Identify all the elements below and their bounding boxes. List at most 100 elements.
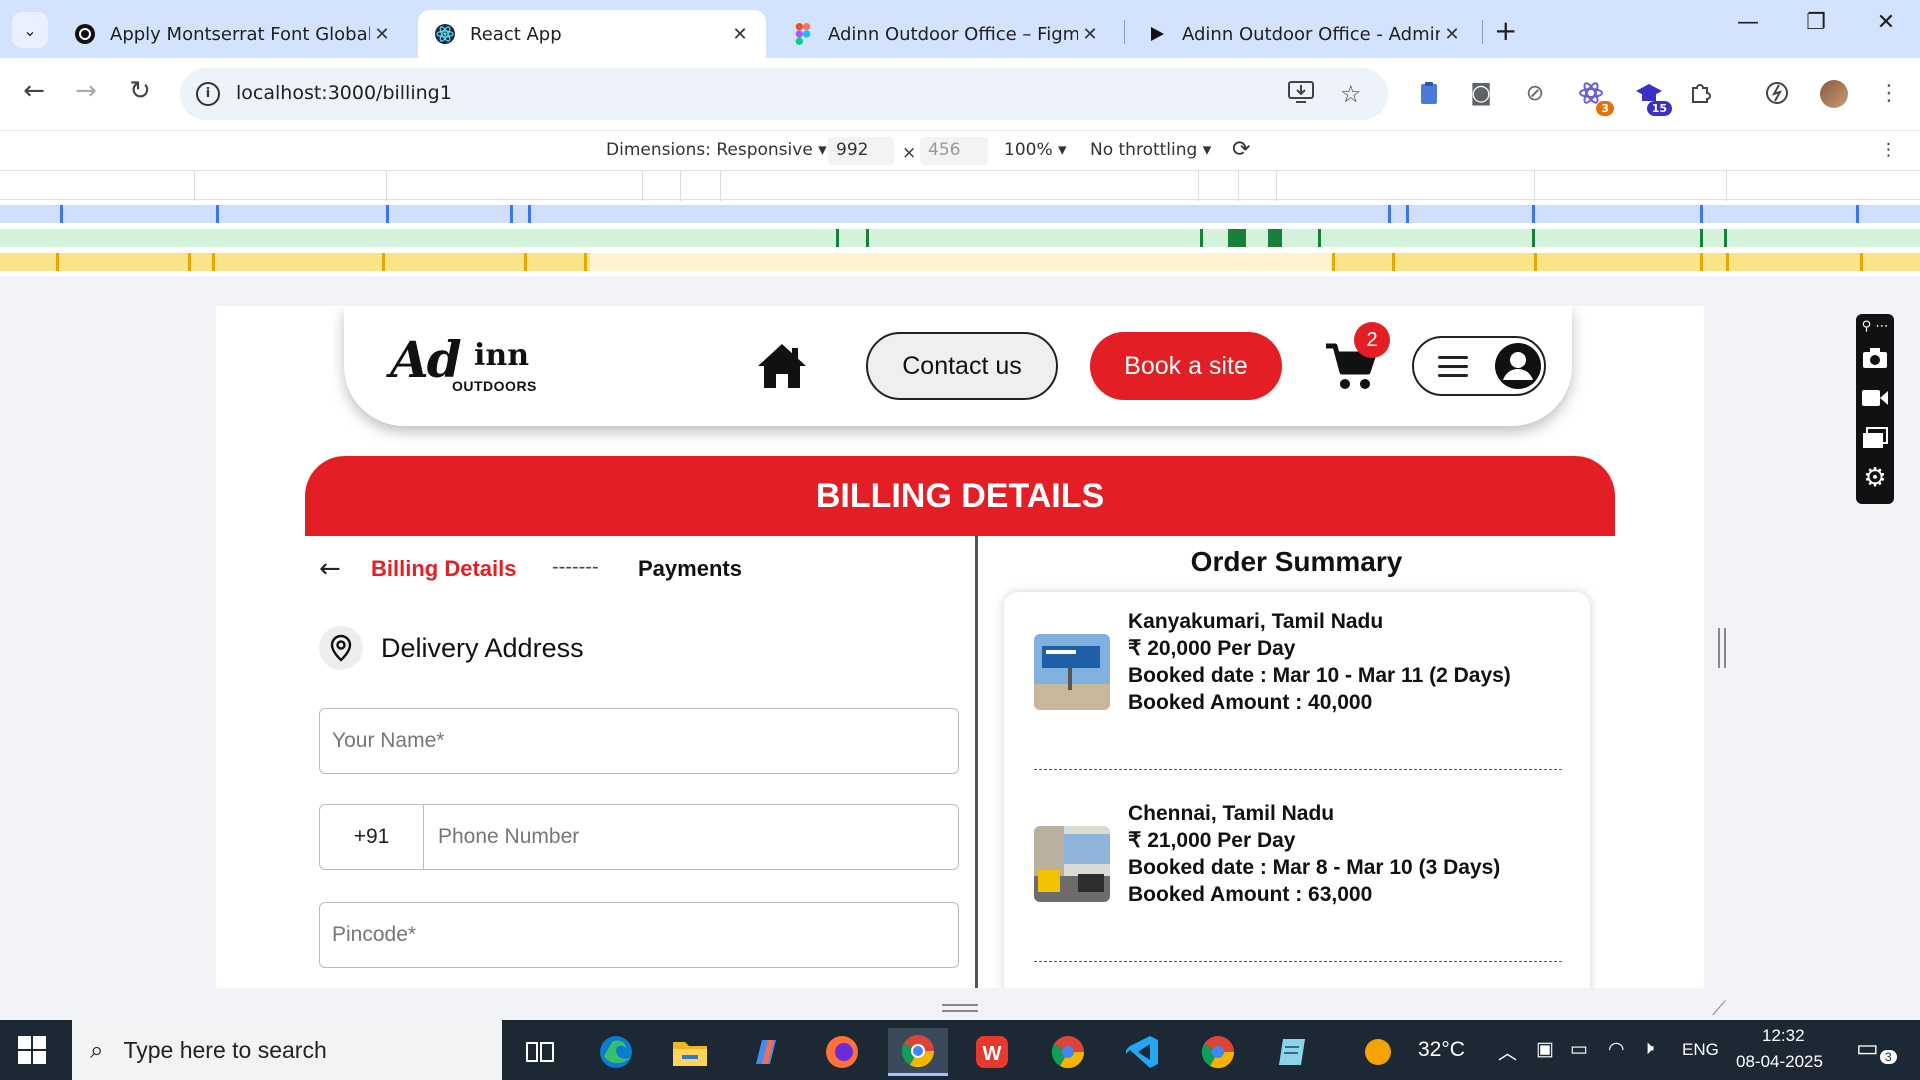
wifi-icon[interactable]: ◠ — [1608, 1038, 1625, 1061]
profile-avatar[interactable] — [1820, 80, 1848, 108]
restore-button[interactable]: ❐ — [1786, 10, 1846, 35]
close-icon[interactable]: ✕ — [1440, 24, 1464, 45]
media-query-bar-max[interactable] — [0, 205, 1920, 223]
close-window-button[interactable]: ✕ — [1856, 10, 1916, 35]
mq-marker[interactable] — [584, 253, 587, 271]
mq-marker[interactable] — [510, 205, 513, 223]
mq-marker[interactable] — [866, 229, 869, 247]
mq-marker[interactable] — [1534, 253, 1537, 271]
site-thumbnail[interactable] — [1034, 826, 1110, 902]
file-explorer-icon[interactable] — [660, 1028, 720, 1076]
task-view-icon[interactable] — [510, 1028, 570, 1076]
clock-time[interactable]: 12:32 — [1762, 1026, 1805, 1046]
rotate-icon[interactable]: ⟳ — [1232, 137, 1250, 162]
mq-marker[interactable] — [60, 205, 63, 223]
mq-marker[interactable] — [1726, 253, 1729, 271]
mq-marker[interactable] — [1700, 253, 1703, 271]
more-menu-icon[interactable]: ⋮ — [1874, 78, 1904, 108]
clock-date[interactable]: 08-04-2025 — [1736, 1052, 1823, 1072]
volume-muted-icon[interactable]: 🕨 — [1642, 1038, 1654, 1060]
mq-marker[interactable] — [524, 253, 527, 271]
battery-icon[interactable]: ▭ — [1570, 1038, 1588, 1061]
close-icon[interactable]: ✕ — [370, 24, 394, 45]
mq-marker[interactable] — [1856, 205, 1859, 223]
tab-react-app[interactable]: React App ✕ — [418, 10, 766, 58]
tab-admin[interactable]: Adinn Outdoor Office - Admin p ✕ — [1130, 10, 1478, 58]
back-arrow-icon[interactable]: ← — [16, 76, 52, 106]
new-tab-button[interactable]: + — [1494, 14, 1517, 47]
address-bar[interactable]: i localhost:3000/billing1 ☆ — [180, 68, 1388, 120]
country-code[interactable]: +91 — [320, 805, 424, 869]
more-options-icon[interactable]: ⋮ — [1880, 140, 1897, 160]
mq-marker[interactable] — [1268, 229, 1282, 247]
media-query-bar-min[interactable] — [0, 253, 1920, 271]
contact-us-button[interactable]: Contact us — [866, 332, 1058, 400]
windows-start-icon[interactable] — [18, 1036, 46, 1064]
mq-marker[interactable] — [1332, 253, 1335, 271]
language-indicator[interactable]: ENG — [1682, 1040, 1719, 1060]
name-input[interactable] — [320, 709, 958, 773]
mq-marker[interactable] — [1700, 205, 1703, 223]
extension-react-icon[interactable]: 3 — [1576, 78, 1614, 116]
firefox-icon[interactable] — [812, 1028, 872, 1076]
phone-field[interactable]: +91 — [319, 804, 959, 870]
mq-marker[interactable] — [212, 253, 215, 271]
dimensions-select[interactable]: Dimensions: Responsive ▾ — [606, 140, 827, 160]
mq-marker[interactable] — [386, 205, 389, 223]
mq-marker[interactable] — [1200, 229, 1203, 247]
mq-marker[interactable] — [1860, 253, 1863, 271]
mq-marker[interactable] — [1318, 229, 1321, 247]
pincode-input[interactable] — [320, 903, 958, 967]
extension-graduation-icon[interactable]: 15 — [1634, 78, 1672, 116]
pin-icon[interactable]: ⚲ ⋯ — [1856, 314, 1894, 338]
performance-icon[interactable] — [1762, 78, 1792, 108]
close-icon[interactable]: ✕ — [1078, 24, 1102, 45]
chrome-profile-icon[interactable] — [1038, 1028, 1098, 1076]
home-icon[interactable] — [756, 342, 808, 390]
mq-marker[interactable] — [1388, 205, 1391, 223]
extension-clipboard-icon[interactable] — [1414, 78, 1444, 108]
weather-sun-icon[interactable] — [1358, 1028, 1398, 1076]
taskbar-search[interactable]: ⌕ Type here to search — [72, 1020, 502, 1080]
mq-min-range[interactable] — [0, 253, 590, 271]
step-payments[interactable]: Payments — [638, 556, 742, 582]
video-camera-icon[interactable] — [1856, 378, 1894, 418]
camera-extension-icon[interactable]: ◙ — [1466, 78, 1496, 108]
pincode-field[interactable] — [319, 902, 959, 968]
meet-icon[interactable]: ▣ — [1536, 1038, 1554, 1061]
gear-icon[interactable]: ⚙ — [1856, 458, 1894, 498]
viewport-resize-handle-right[interactable] — [1718, 628, 1726, 668]
mq-marker[interactable] — [1228, 229, 1246, 247]
tab-figma[interactable]: Adinn Outdoor Office – Figma ✕ — [776, 10, 1116, 58]
install-app-icon[interactable] — [1288, 80, 1314, 110]
camera-icon[interactable] — [1856, 338, 1894, 378]
minimize-button[interactable]: — — [1718, 10, 1778, 35]
tab-search-button[interactable]: ⌄ — [12, 12, 48, 48]
book-a-site-button[interactable]: Book a site — [1090, 332, 1282, 400]
adinn-logo[interactable]: Ad inn OUTDOORS — [390, 330, 560, 400]
mq-marker[interactable] — [216, 205, 219, 223]
bookmark-star-icon[interactable]: ☆ — [1340, 80, 1362, 108]
extensions-puzzle-icon[interactable] — [1686, 78, 1716, 108]
zoom-select[interactable]: 100% ▾ — [1004, 140, 1067, 160]
mq-marker[interactable] — [1700, 229, 1703, 247]
mq-marker[interactable] — [1406, 205, 1409, 223]
mq-marker[interactable] — [1724, 229, 1727, 247]
mq-marker[interactable] — [1392, 253, 1395, 271]
window-icon[interactable] — [1856, 418, 1894, 458]
width-input[interactable]: 992 — [828, 137, 894, 165]
media-query-bar-range[interactable] — [0, 229, 1920, 247]
edge-icon[interactable] — [586, 1028, 646, 1076]
back-arrow-icon[interactable]: ← — [319, 554, 341, 584]
step-billing-details[interactable]: Billing Details — [371, 556, 516, 582]
notifications-icon[interactable]: ▭ — [1856, 1034, 1879, 1063]
phone-input[interactable] — [424, 805, 958, 869]
chrome-profile-icon-2[interactable] — [1188, 1028, 1248, 1076]
compass-extension-icon[interactable]: ⊘ — [1520, 78, 1550, 108]
height-input[interactable]: 456 — [920, 137, 988, 165]
account-menu-button[interactable] — [1412, 336, 1546, 396]
tab-montserrat[interactable]: Apply Montserrat Font Globally ✕ — [58, 10, 408, 58]
mq-marker[interactable] — [382, 253, 385, 271]
mq-marker[interactable] — [56, 253, 59, 271]
wps-office-icon[interactable]: W — [962, 1028, 1022, 1076]
